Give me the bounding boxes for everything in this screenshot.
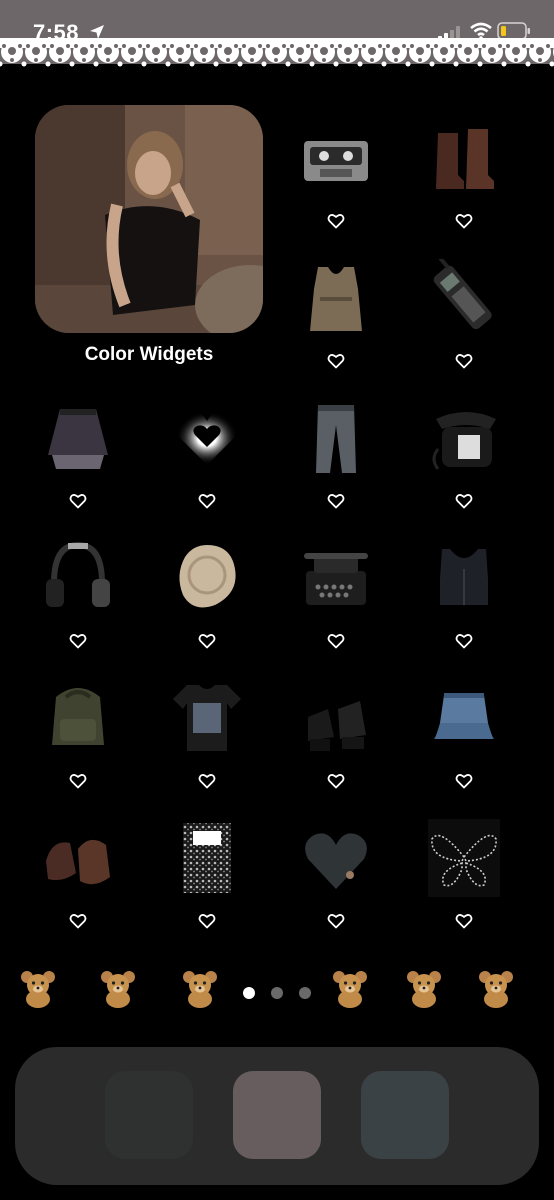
heart-outline-icon bbox=[69, 773, 87, 789]
teddy-bear-icon bbox=[180, 968, 220, 1008]
dock bbox=[15, 1047, 539, 1185]
teddy-bear-icon bbox=[18, 968, 58, 1008]
dock-app-3[interactable] bbox=[361, 1071, 449, 1159]
cassette-icon bbox=[304, 141, 368, 181]
heart-outline-icon bbox=[455, 773, 473, 789]
page-dot-3[interactable] bbox=[299, 987, 311, 999]
shoes-icon bbox=[46, 839, 110, 885]
mobile-phone-icon bbox=[433, 259, 492, 330]
page-indicator-row bbox=[0, 968, 554, 1018]
lace-border bbox=[0, 38, 554, 74]
heart-outline-icon bbox=[327, 913, 345, 929]
app-skate-heart[interactable] bbox=[286, 813, 386, 933]
heart-outline-icon bbox=[327, 633, 345, 649]
heart-outline-icon bbox=[69, 913, 87, 929]
app-cassette-tape[interactable] bbox=[286, 113, 386, 233]
app-platform-heels[interactable] bbox=[286, 673, 386, 793]
heart-outline-icon bbox=[327, 353, 345, 369]
boots-icon bbox=[436, 129, 494, 189]
app-glow-heart[interactable] bbox=[157, 393, 257, 513]
skirt-icon bbox=[48, 409, 108, 469]
app-jeans[interactable] bbox=[286, 393, 386, 513]
app-loafers[interactable] bbox=[28, 813, 128, 933]
heart-outline-icon bbox=[455, 493, 473, 509]
heart-outline-icon bbox=[69, 493, 87, 509]
app-band-tee[interactable] bbox=[157, 673, 257, 793]
app-corset-top[interactable] bbox=[414, 533, 514, 653]
app-rotary-phone[interactable] bbox=[414, 393, 514, 513]
app-typewriter[interactable] bbox=[286, 533, 386, 653]
app-wax-seal[interactable] bbox=[157, 533, 257, 653]
dock-app-2[interactable] bbox=[233, 1071, 321, 1159]
backpack-icon bbox=[52, 688, 104, 745]
heart-outline-icon bbox=[198, 913, 216, 929]
heart-outline-icon bbox=[327, 213, 345, 229]
heart-board-icon bbox=[305, 833, 367, 889]
heart-outline-icon bbox=[198, 773, 216, 789]
heart-outline-icon bbox=[455, 353, 473, 369]
app-backpack[interactable] bbox=[28, 673, 128, 793]
heart-outline-icon bbox=[69, 633, 87, 649]
top-icon bbox=[440, 549, 488, 605]
notebook-icon bbox=[183, 823, 231, 893]
headphones-icon bbox=[46, 541, 110, 607]
teddy-bear-icon bbox=[404, 968, 444, 1008]
app-brick-phone[interactable] bbox=[414, 253, 514, 373]
app-notebook[interactable] bbox=[157, 813, 257, 933]
heart-outline-icon bbox=[327, 773, 345, 789]
page-dot-2[interactable] bbox=[271, 987, 283, 999]
teddy-bear-icon bbox=[330, 968, 370, 1008]
widget-label: Color Widgets bbox=[84, 344, 214, 365]
photo-widget[interactable] bbox=[35, 105, 263, 333]
teddy-bear-icon bbox=[98, 968, 138, 1008]
heart-outline-icon bbox=[455, 913, 473, 929]
heels-icon bbox=[308, 701, 366, 751]
tank-top-icon bbox=[310, 267, 362, 331]
jeans-icon bbox=[316, 405, 356, 473]
teddy-bear-icon bbox=[476, 968, 516, 1008]
heart-outline-icon bbox=[455, 633, 473, 649]
app-denim-skirt[interactable] bbox=[414, 673, 514, 793]
dock-app-1[interactable] bbox=[105, 1071, 193, 1159]
typewriter-icon bbox=[304, 553, 368, 605]
app-butterfly[interactable] bbox=[414, 813, 514, 933]
app-boots[interactable] bbox=[414, 113, 514, 233]
heart-outline-icon bbox=[455, 213, 473, 229]
heart-glow-icon bbox=[176, 411, 238, 465]
heart-outline-icon bbox=[198, 633, 216, 649]
app-headphones[interactable] bbox=[28, 533, 128, 653]
widget-photo bbox=[35, 105, 263, 333]
app-camo-top[interactable] bbox=[286, 253, 386, 373]
heart-outline-icon bbox=[327, 493, 345, 509]
tshirt-icon bbox=[173, 685, 241, 751]
heart-outline-icon bbox=[198, 493, 216, 509]
app-lace-skirt[interactable] bbox=[28, 393, 128, 513]
denim-skirt-icon bbox=[434, 693, 494, 739]
seal-icon bbox=[179, 545, 236, 608]
butterfly-icon bbox=[428, 819, 500, 897]
telephone-icon bbox=[432, 412, 496, 470]
page-dot-1[interactable] bbox=[243, 987, 255, 999]
